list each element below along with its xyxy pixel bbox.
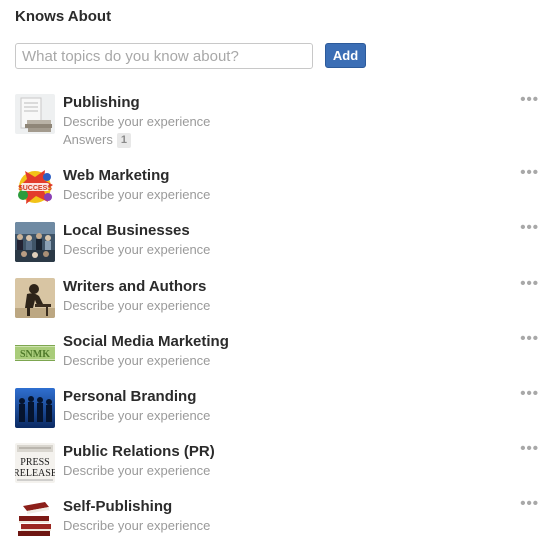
svg-text:SNMK: SNMK <box>20 349 50 360</box>
topic-item-public-relations: PRESS RELEASE Public Relations (PR) Desc… <box>15 440 545 491</box>
topic-description[interactable]: Describe your experience <box>63 353 210 368</box>
topic-item-local-businesses: Local Businesses Describe your experienc… <box>15 219 545 270</box>
add-topic-button[interactable]: Add <box>325 43 366 68</box>
topic-description[interactable]: Describe your experience <box>63 518 210 533</box>
more-options-icon[interactable]: ••• <box>520 219 539 236</box>
topic-item-web-marketing: SUCCESS Web Marketing Describe your expe… <box>15 164 545 215</box>
topic-description[interactable]: Describe your experience <box>63 242 210 257</box>
crowd-market-icon[interactable] <box>15 222 55 262</box>
business-people-icon[interactable] <box>15 388 55 428</box>
answers-badge: 1 <box>116 133 131 148</box>
more-options-icon[interactable]: ••• <box>520 275 539 292</box>
section-title: Knows About <box>15 8 112 25</box>
svg-text:SUCCESS: SUCCESS <box>18 185 52 192</box>
more-options-icon[interactable]: ••• <box>520 330 539 347</box>
topic-search-input[interactable] <box>15 43 313 69</box>
more-options-icon[interactable]: ••• <box>520 440 539 457</box>
topic-name[interactable]: Social Media Marketing <box>63 333 229 350</box>
topic-description[interactable]: Describe your experience <box>63 463 210 478</box>
more-options-icon[interactable]: ••• <box>520 495 539 512</box>
more-options-icon[interactable]: ••• <box>520 385 539 402</box>
more-options-icon[interactable]: ••• <box>520 164 539 181</box>
topic-item-personal-branding: Personal Branding Describe your experien… <box>15 385 545 436</box>
svg-text:PRESS: PRESS <box>20 457 49 468</box>
topic-item-writers-and-authors: Writers and Authors Describe your experi… <box>15 275 545 326</box>
topic-description[interactable]: Describe your experience <box>63 408 210 423</box>
topic-item-publishing: Publishing Describe your experience Answ… <box>15 91 545 148</box>
topic-name[interactable]: Self-Publishing <box>63 498 172 515</box>
book-stack-icon[interactable] <box>15 498 55 538</box>
topic-name[interactable]: Publishing <box>63 94 140 111</box>
topic-name[interactable]: Local Businesses <box>63 222 190 239</box>
topic-name[interactable]: Web Marketing <box>63 167 169 184</box>
writer-silhouette-icon[interactable] <box>15 278 55 318</box>
press-release-icon[interactable]: PRESS RELEASE <box>15 443 55 483</box>
knows-about-panel: Knows About Add Publishing Describe your… <box>0 0 560 548</box>
answers-count[interactable]: Answers 1 <box>63 132 131 148</box>
books-stack-icon[interactable] <box>15 94 55 134</box>
topic-name[interactable]: Public Relations (PR) <box>63 443 215 460</box>
svg-text:RELEASE: RELEASE <box>15 468 55 479</box>
topic-item-self-publishing: Self-Publishing Describe your experience… <box>15 495 545 546</box>
topic-item-social-media-marketing: SNMK Social Media Marketing Describe you… <box>15 330 545 381</box>
social-media-banner-icon[interactable]: SNMK <box>15 333 55 373</box>
success-splash-icon[interactable]: SUCCESS <box>15 167 55 207</box>
topic-description[interactable]: Describe your experience <box>63 114 210 129</box>
more-options-icon[interactable]: ••• <box>520 91 539 108</box>
answers-label: Answers <box>63 132 113 147</box>
topic-description[interactable]: Describe your experience <box>63 298 210 313</box>
topic-name[interactable]: Writers and Authors <box>63 278 206 295</box>
topic-description[interactable]: Describe your experience <box>63 187 210 202</box>
topic-name[interactable]: Personal Branding <box>63 388 196 405</box>
